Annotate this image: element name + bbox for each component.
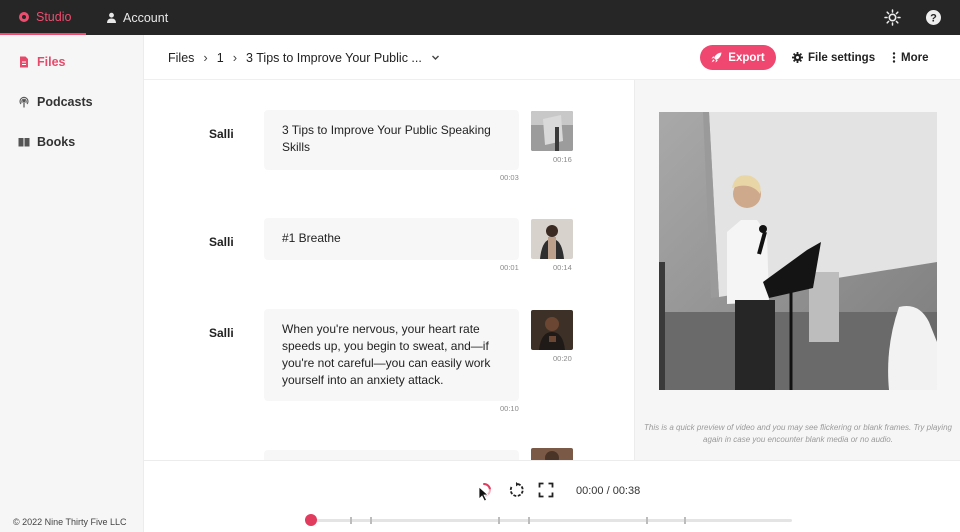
breadcrumb: Files › 1 › 3 Tips to Improve Your Publi… xyxy=(168,35,440,80)
gear-icon xyxy=(792,52,803,63)
segment-duration: 00:10 xyxy=(500,404,519,413)
header: Files › 1 › 3 Tips to Improve Your Publi… xyxy=(144,35,960,80)
transcript-text[interactable]: 3 Tips to Improve Your Public Speaking S… xyxy=(264,110,519,170)
timeline-playhead[interactable] xyxy=(305,514,317,526)
time-readout: 00:00 / 00:38 xyxy=(576,485,641,497)
file-settings-label: File settings xyxy=(808,51,876,64)
breadcrumb-file[interactable]: 3 Tips to Improve Your Public ... xyxy=(246,51,422,65)
segment-duration: 00:03 xyxy=(500,173,519,182)
breadcrumb-files[interactable]: Files xyxy=(168,51,194,65)
preview-note: This is a quick preview of video and you… xyxy=(644,423,952,444)
transcript-text[interactable]: #1 Breathe xyxy=(264,218,519,260)
podcast-icon xyxy=(19,96,29,108)
scene-time: 00:16 xyxy=(553,155,572,164)
speaker-name[interactable]: Salli xyxy=(209,235,234,249)
timeline-marker xyxy=(498,517,500,524)
chevron-right-icon: › xyxy=(232,50,238,65)
player-bar: 00:00 / 00:38 xyxy=(144,460,960,532)
timeline-marker xyxy=(684,517,686,524)
timeline-marker xyxy=(370,517,372,524)
speaker-name[interactable]: Salli xyxy=(209,326,234,340)
sidebar-item-label: Books xyxy=(37,135,76,149)
sidebar-item-label: Files xyxy=(37,55,66,69)
sidebar-item-label: Podcasts xyxy=(37,95,93,109)
export-button[interactable]: Export xyxy=(700,45,776,70)
file-icon xyxy=(20,56,28,68)
more-label: More xyxy=(901,51,929,64)
timeline-marker xyxy=(350,517,352,524)
transcript-text[interactable] xyxy=(264,450,519,460)
scene-time: 00:14 xyxy=(553,263,572,272)
sun-icon[interactable] xyxy=(884,9,901,26)
copyright: © 2022 Nine Thirty Five LLC xyxy=(13,517,127,527)
timeline-track[interactable] xyxy=(305,514,792,526)
gear-icon xyxy=(19,11,29,22)
chevron-right-icon: › xyxy=(203,50,208,65)
speaker-name[interactable]: Salli xyxy=(209,127,234,141)
more-vertical-icon xyxy=(892,52,896,63)
timeline-marker xyxy=(646,517,648,524)
more-button[interactable]: More xyxy=(892,35,928,80)
replay-icon[interactable] xyxy=(508,482,524,498)
scene-thumbnail[interactable] xyxy=(531,111,573,151)
video-preview[interactable] xyxy=(659,112,937,390)
breadcrumb-folder[interactable]: 1 xyxy=(217,51,224,65)
tab-account-label: Account xyxy=(123,10,169,25)
sidebar-item-podcasts[interactable]: Podcasts xyxy=(18,95,93,109)
mouse-cursor-icon xyxy=(478,486,490,502)
file-settings-button[interactable]: File settings xyxy=(792,35,875,80)
timeline-marker xyxy=(528,517,530,524)
svg-text:?: ? xyxy=(930,13,937,25)
export-label: Export xyxy=(728,51,765,64)
scene-thumbnail[interactable] xyxy=(531,310,573,350)
sidebar-item-books[interactable]: Books xyxy=(18,135,75,149)
help-icon[interactable]: ? xyxy=(925,9,942,26)
book-icon xyxy=(18,138,30,147)
fullscreen-icon[interactable] xyxy=(538,482,554,498)
rocket-icon xyxy=(711,52,722,63)
scene-time: 00:20 xyxy=(553,354,572,363)
preview-panel: This is a quick preview of video and you… xyxy=(634,80,960,460)
chevron-down-icon[interactable] xyxy=(431,53,440,62)
transcript-panel[interactable]: Salli 3 Tips to Improve Your Public Spea… xyxy=(144,80,634,460)
top-bar: Studio Account ? xyxy=(0,0,960,35)
sidebar: Files Podcasts Books © 2022 Nine Thirty … xyxy=(0,35,144,532)
tab-account[interactable]: Account xyxy=(106,0,168,35)
transcript-text[interactable]: When you're nervous, your heart rate spe… xyxy=(264,309,519,401)
user-icon xyxy=(107,12,116,23)
segment-duration: 00:01 xyxy=(500,263,519,272)
sidebar-item-files[interactable]: Files xyxy=(18,55,66,69)
scene-thumbnail[interactable] xyxy=(531,219,573,259)
scene-thumbnail[interactable] xyxy=(531,448,573,460)
tab-studio-label: Studio xyxy=(36,9,72,24)
tab-studio[interactable]: Studio xyxy=(0,0,86,35)
